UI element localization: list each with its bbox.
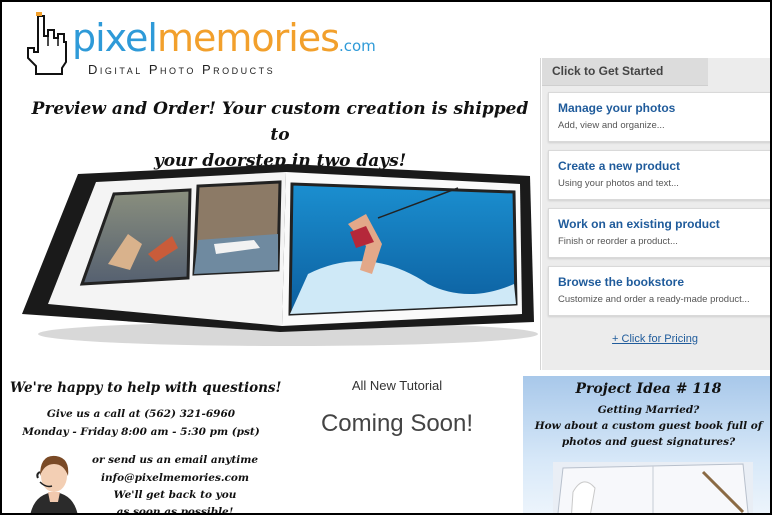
card-subtitle: Customize and order a ready-made product… xyxy=(558,294,750,305)
tutorial-status: Coming Soon! xyxy=(320,410,474,437)
project-title: Project Idea # 118 xyxy=(575,381,722,397)
card-title: Browse the bookstore xyxy=(558,275,685,289)
project-line-2: How about a custom guest book full of xyxy=(534,420,763,432)
guest-book-image xyxy=(553,462,753,513)
help-hours: Monday - Friday 8:00 am - 5:30 pm (pst) xyxy=(22,426,260,438)
card-subtitle: Using your photos and text... xyxy=(558,178,679,189)
logo-subtitle: Digital Photo Products xyxy=(88,62,276,77)
support-agent-image xyxy=(30,455,78,513)
tagline-line-1: Preview and Order! Your custom creation … xyxy=(31,99,529,145)
manage-photos-button[interactable]: Manage your photos Add, view and organiz… xyxy=(548,92,770,142)
card-title: Work on an existing product xyxy=(558,217,720,231)
card-subtitle: Finish or reorder a product... xyxy=(558,236,678,247)
project-line-1: Getting Married? xyxy=(597,404,700,416)
help-email-link[interactable]: info@pixelmemories.com xyxy=(80,472,270,484)
help-phone: Give us a call at (562) 321-6960 xyxy=(46,408,236,420)
card-title: Create a new product xyxy=(558,159,681,173)
help-email-text: or send us an email anytime xyxy=(91,454,259,466)
photo-book-image xyxy=(22,164,538,346)
page-frame: pixelmemories.com Digital Photo Products… xyxy=(0,0,772,515)
help-response-text: We'll get back to you xyxy=(113,489,237,501)
tutorial-heading: All New Tutorial xyxy=(351,378,443,393)
browse-bookstore-button[interactable]: Browse the bookstore Customize and order… xyxy=(548,266,770,316)
panel-divider xyxy=(540,58,541,370)
create-product-button[interactable]: Create a new product Using your photos a… xyxy=(548,150,770,200)
help-title: We're happy to help with questions! xyxy=(10,380,282,396)
project-line-3: photos and guest signatures? xyxy=(561,436,736,448)
pricing-link[interactable]: + Click for Pricing xyxy=(542,333,768,345)
get-started-panel: Click to Get Started Manage your photos … xyxy=(542,58,770,370)
pointing-hand-icon xyxy=(27,12,67,75)
help-section: We're happy to help with questions! Give… xyxy=(10,376,282,515)
project-idea-panel[interactable]: Project Idea # 118 Getting Married? How … xyxy=(523,376,770,513)
logo-wordmark: pixelmemories.com xyxy=(72,16,376,60)
help-response-text-2: as soon as possible! xyxy=(116,506,234,515)
card-subtitle: Add, view and organize... xyxy=(558,120,665,131)
site-logo[interactable]: pixelmemories.com Digital Photo Products xyxy=(16,12,376,82)
existing-product-button[interactable]: Work on an existing product Finish or re… xyxy=(548,208,770,258)
card-title: Manage your photos xyxy=(558,101,676,115)
tab-get-started[interactable]: Click to Get Started xyxy=(542,58,708,86)
